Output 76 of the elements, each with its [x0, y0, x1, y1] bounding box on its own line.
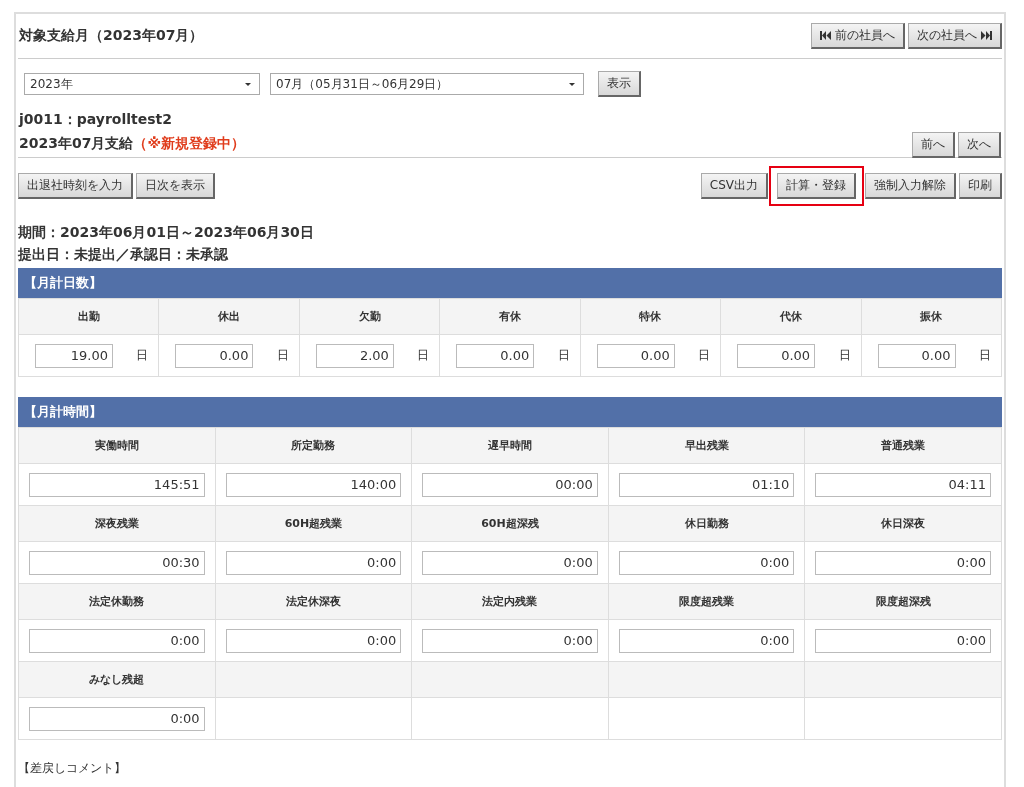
time-field[interactable]: 145:51: [29, 472, 205, 497]
column-header: 限度超深残: [804, 583, 1002, 620]
time-field[interactable]: 01:10: [618, 472, 795, 497]
time-field[interactable]: 0:00: [225, 628, 402, 653]
unit-label: 日: [698, 347, 711, 364]
time-field[interactable]: 0:00: [618, 550, 795, 575]
column-header: 法定休勤務: [18, 583, 216, 620]
pager-button[interactable]: 前へ: [912, 132, 955, 158]
time-field[interactable]: 0:00: [29, 706, 205, 731]
unit-label: 日: [136, 347, 149, 364]
toolbar-button[interactable]: CSV出力: [700, 173, 768, 199]
unit-label: 日: [838, 347, 851, 364]
days-field[interactable]: 19.00: [35, 343, 113, 368]
column-header: 法定休深夜: [215, 583, 412, 620]
employee-name: j0011：payrolltest2: [19, 111, 173, 129]
skip-back-icon: [820, 31, 831, 40]
time-field[interactable]: 0:00: [225, 550, 402, 575]
column-header: 60H超深残: [411, 505, 609, 542]
payment-title: 2023年07月支給（※新規登録中）: [19, 135, 246, 153]
time-field[interactable]: 00:00: [422, 472, 598, 497]
days-field[interactable]: 0.00: [175, 343, 254, 368]
days-field[interactable]: 0.00: [737, 343, 816, 368]
unit-label: 日: [276, 347, 289, 364]
year-select[interactable]: 2023年: [24, 73, 260, 95]
column-header: 休日勤務: [608, 505, 805, 542]
toolbar-button[interactable]: 印刷: [959, 173, 1002, 199]
time-field[interactable]: 00:30: [29, 550, 205, 575]
column-header: 欠勤: [299, 298, 440, 335]
toolbar-button[interactable]: 強制入力解除: [865, 173, 956, 199]
submission-status: 提出日：未提出／承認日：未承認: [18, 245, 229, 264]
time-field[interactable]: 0:00: [618, 628, 795, 653]
column-header: 振休: [861, 298, 1002, 335]
time-field[interactable]: 0:00: [815, 550, 991, 575]
toolbar-button[interactable]: 日次を表示: [136, 173, 215, 199]
time-field[interactable]: 140:00: [225, 472, 402, 497]
unit-label: 日: [979, 347, 991, 364]
days-field[interactable]: 0.00: [596, 343, 675, 368]
days-field[interactable]: 2.00: [315, 343, 394, 368]
time-field[interactable]: 0:00: [422, 550, 598, 575]
column-header: 深夜残業: [18, 505, 216, 542]
column-header: みなし残超: [18, 661, 216, 698]
time-field[interactable]: 0:00: [29, 628, 205, 653]
nav-button[interactable]: 次の社員へ: [908, 23, 1002, 49]
time-field[interactable]: 0:00: [422, 628, 598, 653]
column-header: 休出: [158, 298, 300, 335]
column-header: 実働時間: [18, 427, 216, 464]
days-field[interactable]: 0.00: [456, 343, 535, 368]
column-header: 60H超残業: [215, 505, 412, 542]
column-header: 早出残業: [608, 427, 805, 464]
period-text: 期間：2023年06月01日～2023年06月30日: [18, 223, 315, 242]
column-header: 特休: [580, 298, 721, 335]
unit-label: 日: [557, 347, 570, 364]
days-field[interactable]: 0.00: [877, 343, 956, 368]
show-button[interactable]: 表示: [598, 71, 641, 97]
toolbar-button[interactable]: 計算・登録: [777, 173, 856, 199]
column-header: 所定勤務: [215, 427, 412, 464]
toolbar-button[interactable]: 出退社時刻を入力: [18, 173, 133, 199]
column-header: 遅早時間: [411, 427, 609, 464]
time-field[interactable]: 04:11: [815, 472, 991, 497]
column-header: 休日深夜: [804, 505, 1002, 542]
page-title: 対象支給月（2023年07月）: [19, 27, 204, 45]
skip-forward-icon: [981, 31, 992, 40]
section-header: 【月計日数】: [18, 268, 1002, 298]
nav-button[interactable]: 前の社員へ: [811, 23, 905, 49]
column-header: 法定内残業: [411, 583, 609, 620]
section-header: 【月計時間】: [18, 397, 1002, 427]
month-select[interactable]: 07月（05月31日～06月29日）: [270, 73, 584, 95]
time-field[interactable]: 0:00: [815, 628, 991, 653]
column-header: 有休: [439, 298, 581, 335]
column-header: 限度超残業: [608, 583, 805, 620]
unit-label: 日: [417, 347, 430, 364]
column-header: 代休: [720, 298, 862, 335]
pager-button[interactable]: 次へ: [958, 132, 1001, 158]
column-header: 出勤: [18, 298, 159, 335]
comment-label: 【差戻しコメント】: [18, 760, 127, 777]
column-header: 普通残業: [804, 427, 1002, 464]
